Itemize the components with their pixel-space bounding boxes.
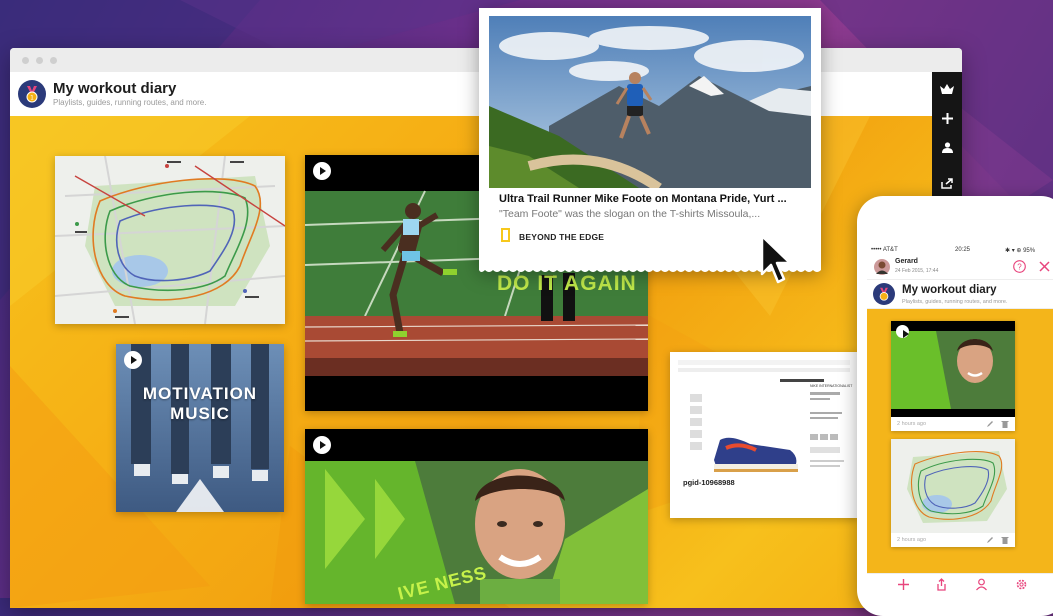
play-icon[interactable] <box>313 436 331 454</box>
phone-map-card[interactable]: 2 hours ago <box>891 439 1015 547</box>
svg-text:?: ? <box>1017 262 1022 271</box>
trash-icon[interactable] <box>1001 420 1009 428</box>
card-timestamp: 2 hours ago <box>897 421 927 427</box>
side-toolbar <box>932 72 962 198</box>
play-icon[interactable] <box>896 325 909 338</box>
medal-logo-icon <box>873 283 895 305</box>
carrier-label: ••••• AT&T <box>871 247 898 253</box>
portrait-video-card[interactable]: IVE NESS <box>305 429 648 604</box>
product-card[interactable]: NIKE INTERNATIONALIST pgid-10968988 <box>670 352 858 518</box>
close-icon[interactable] <box>1039 261 1050 272</box>
user-bar: Gerard 24 Feb 2015, 17:44 ? <box>867 255 1053 279</box>
card-footer: 2 hours ago <box>891 533 1015 547</box>
app-title: My workout diary <box>53 80 177 97</box>
play-icon[interactable] <box>124 351 142 369</box>
phone-device: ••••• AT&T 20:25 ✱ ▾ ⊕ 95% Gerard 24 Feb… <box>857 196 1053 616</box>
article-source: BEYOND THE EDGE <box>519 232 605 242</box>
product-name: NIKE INTERNATIONALIST <box>810 384 853 388</box>
runners-legs-image <box>116 344 284 512</box>
share-icon[interactable] <box>935 578 948 591</box>
share-icon[interactable] <box>932 170 962 196</box>
phone-app-subtitle: Playlists, guides, running routes, and m… <box>902 299 1008 305</box>
phone-video-card[interactable]: 2 hours ago <box>891 321 1015 431</box>
page-id-label: pgid-10968988 <box>683 478 735 487</box>
music-title: MUSIC <box>170 404 230 423</box>
app-subtitle: Playlists, guides, running routes, and m… <box>53 98 207 107</box>
medal-logo-icon: 1 <box>18 80 46 108</box>
phone-map-thumbnail <box>891 439 1015 533</box>
user-name: Gerard <box>895 258 918 265</box>
crown-icon[interactable] <box>932 76 962 102</box>
user-date: 24 Feb 2015, 17:44 <box>895 268 939 274</box>
mouse-pointer-icon <box>760 234 792 284</box>
trash-icon[interactable] <box>1001 536 1009 544</box>
clock-label: 20:25 <box>955 247 971 253</box>
maximize-window-dot[interactable] <box>50 57 57 64</box>
national-geographic-logo-icon <box>501 228 510 242</box>
minimize-window-dot[interactable] <box>36 57 43 64</box>
help-icon[interactable]: ? <box>1013 260 1026 273</box>
close-window-dot[interactable] <box>22 57 29 64</box>
card-timestamp: 2 hours ago <box>897 537 927 543</box>
phone-status-bar: ••••• AT&T 20:25 ✱ ▾ ⊕ 95% <box>867 246 1053 255</box>
plus-icon[interactable] <box>897 578 910 591</box>
edit-icon[interactable] <box>986 536 994 544</box>
phone-app-header: My workout diary Playlists, guides, runn… <box>867 279 1053 309</box>
svg-text:1: 1 <box>30 95 34 102</box>
user-icon[interactable] <box>975 578 988 591</box>
gear-icon[interactable] <box>1015 578 1028 591</box>
mountain-runner-photo <box>489 16 811 188</box>
motivation-title: MOTIVATION <box>142 384 258 403</box>
route-map-image <box>55 156 285 324</box>
phone-bottom-toolbar <box>867 573 1053 598</box>
article-title[interactable]: Ultra Trail Runner Mike Foote on Montana… <box>499 193 787 205</box>
do-it-again-overlay: DO IT AGAIN <box>497 272 637 295</box>
product-page-screenshot: NIKE INTERNATIONALIST <box>670 352 858 492</box>
user-icon[interactable] <box>932 134 962 160</box>
phone-screen: ••••• AT&T 20:25 ✱ ▾ ⊕ 95% Gerard 24 Feb… <box>867 246 1053 598</box>
article-description: "Team Foote" was the slogan on the T-shi… <box>499 208 761 220</box>
plus-icon[interactable] <box>932 105 962 131</box>
map-card[interactable] <box>55 156 285 324</box>
card-footer: 2 hours ago <box>891 417 1015 431</box>
phone-video-thumbnail <box>891 321 1015 417</box>
play-icon[interactable] <box>313 162 331 180</box>
avatar[interactable] <box>874 259 890 275</box>
motivation-music-card[interactable]: MOTIVATION MUSIC <box>116 344 284 512</box>
article-preview-popup[interactable]: Ultra Trail Runner Mike Foote on Montana… <box>479 8 821 272</box>
phone-app-title: My workout diary <box>902 284 997 296</box>
edit-icon[interactable] <box>986 420 994 428</box>
battery-label: ✱ ▾ ⊕ 95% <box>1005 248 1036 254</box>
